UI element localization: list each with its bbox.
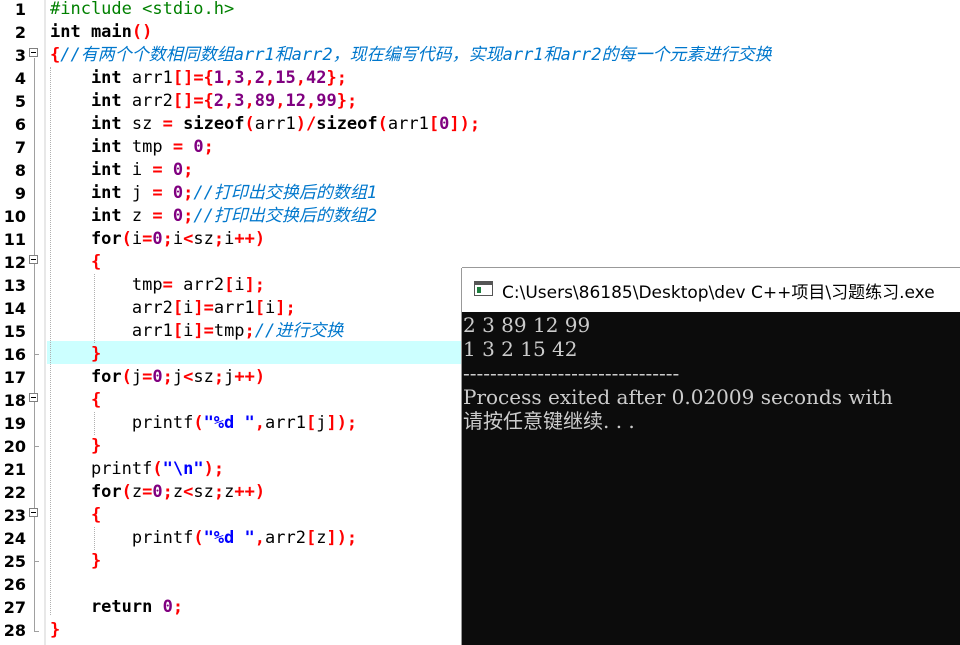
console-app-icon (474, 281, 493, 296)
code-comment: //有两个个数相同数组arr1和arr2，现在编写代码，实现arr1和arr2的… (60, 45, 772, 65)
line-number: 21 (3, 460, 26, 479)
console-output-line: 请按任意键继续. . . (463, 409, 635, 433)
code-line[interactable] (50, 573, 60, 596)
line-number: 3 (14, 46, 26, 65)
line-number: 7 (14, 138, 26, 157)
line-number: 14 (3, 299, 26, 318)
console-output-line: -------------------------------- (463, 361, 680, 385)
fold-toggle-icon[interactable] (29, 508, 38, 517)
code-line[interactable]: arr2[i]=arr1[i]; (50, 297, 296, 320)
code-line[interactable]: { (50, 251, 101, 274)
code-line[interactable]: printf("\n"); (50, 458, 224, 481)
line-number: 9 (14, 184, 26, 203)
line-number: 1 (14, 0, 26, 19)
line-number: 10 (3, 207, 26, 226)
fold-toggle-icon[interactable] (29, 393, 38, 402)
code-line[interactable]: #include <stdio.h> (50, 0, 234, 21)
console-output-line: Process exited after 0.02009 seconds wit… (463, 385, 893, 409)
line-number: 22 (3, 483, 26, 502)
line-number: 16 (3, 345, 26, 364)
code-line[interactable]: } (50, 435, 101, 458)
code-line[interactable]: { (50, 504, 101, 527)
code-line[interactable]: int j = 0;//打印出交换后的数组1 (50, 182, 377, 205)
console-titlebar[interactable]: C:\Users\86185\Desktop\dev C++项目\习题练习.ex… (462, 268, 960, 312)
line-number: 20 (3, 437, 26, 456)
line-number: 8 (14, 161, 26, 180)
line-number: 15 (3, 322, 26, 341)
code-line[interactable]: { (50, 389, 101, 412)
code-line[interactable]: int sz = sizeof(arr1)/sizeof(arr1[0]); (50, 113, 480, 136)
line-number: 2 (14, 23, 26, 42)
code-line[interactable]: {//有两个个数相同数组arr1和arr2，现在编写代码，实现arr1和arr2… (50, 44, 771, 67)
line-number: 26 (3, 575, 26, 594)
code-line[interactable]: arr1[i]=tmp;//进行交换 (50, 320, 343, 343)
line-number: 27 (3, 598, 26, 617)
line-number: 18 (3, 391, 26, 410)
line-number: 11 (3, 230, 26, 249)
fold-end-marker (34, 561, 39, 562)
code-line[interactable]: for(z=0;z<sz;z++) (50, 481, 265, 504)
fold-guide-line (34, 58, 35, 631)
code-line[interactable]: int i = 0; (50, 159, 193, 182)
code-line[interactable]: } (50, 550, 101, 573)
fold-end-marker (34, 446, 39, 447)
console-output-line: 2 3 89 12 99 (463, 313, 591, 337)
line-number: 4 (14, 69, 26, 88)
preprocessor-directive: #include <stdio.h> (50, 0, 235, 19)
fold-end-marker (34, 631, 39, 632)
code-line[interactable]: int arr1[]={1,3,2,15,42}; (50, 67, 347, 90)
console-output-line: 1 3 2 15 42 (463, 337, 578, 361)
code-comment: //打印出交换后的数组1 (193, 183, 378, 203)
line-number: 25 (3, 552, 26, 571)
code-line[interactable]: int main() (50, 21, 152, 44)
line-number: 24 (3, 529, 26, 548)
code-line[interactable]: for(i=0;i<sz;i++) (50, 228, 265, 251)
code-line[interactable]: tmp= arr2[i]; (50, 274, 265, 297)
fold-end-marker (34, 354, 39, 355)
line-number: 19 (3, 414, 26, 433)
code-line[interactable]: printf("%d ",arr1[j]); (50, 412, 357, 435)
code-line[interactable]: for(j=0;j<sz;j++) (50, 366, 265, 389)
console-window[interactable]: C:\Users\86185\Desktop\dev C++项目\习题练习.ex… (462, 268, 960, 645)
code-comment: //打印出交换后的数组2 (193, 206, 378, 226)
code-line[interactable]: int tmp = 0; (50, 136, 214, 159)
code-comment: //进行交换 (254, 321, 344, 341)
line-number: 13 (3, 276, 26, 295)
console-output-area[interactable]: 2 3 89 12 99 1 3 2 15 42 ---------------… (462, 312, 960, 645)
code-line[interactable]: return 0; (50, 596, 183, 619)
code-line[interactable]: } (50, 343, 101, 366)
console-title: C:\Users\86185\Desktop\dev C++项目\习题练习.ex… (502, 283, 935, 303)
code-line[interactable]: int arr2[]={2,3,89,12,99}; (50, 90, 357, 113)
line-number: 5 (14, 92, 26, 111)
code-line[interactable]: int z = 0;//打印出交换后的数组2 (50, 205, 377, 228)
fold-toggle-icon[interactable] (29, 48, 38, 57)
code-line[interactable]: printf("%d ",arr2[z]); (50, 527, 357, 550)
gutter-separator (44, 0, 46, 645)
line-number: 12 (3, 253, 26, 272)
fold-toggle-icon[interactable] (29, 255, 38, 264)
line-number: 28 (3, 621, 26, 640)
line-number: 23 (3, 506, 26, 525)
line-number: 17 (3, 368, 26, 387)
line-number: 6 (14, 115, 26, 134)
code-line[interactable]: } (50, 619, 60, 642)
